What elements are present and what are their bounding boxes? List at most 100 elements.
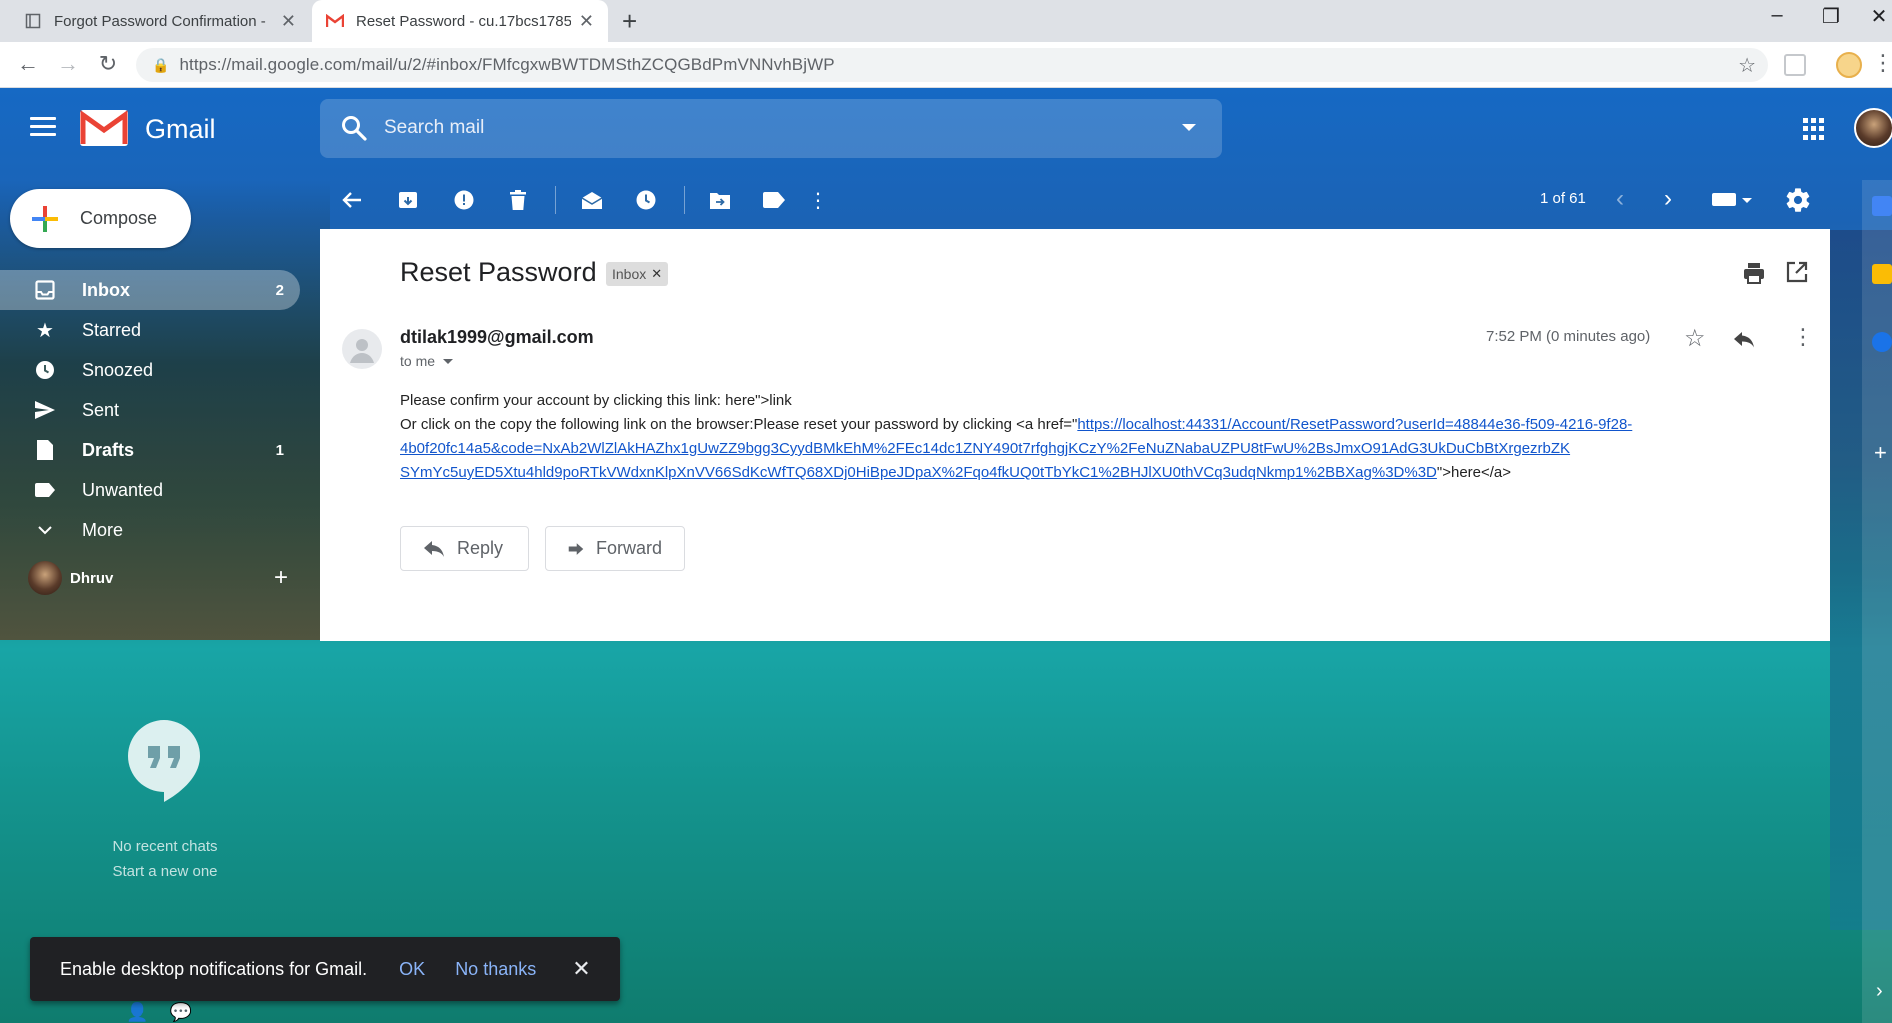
reset-password-link-end[interactable]: SYmYc5uyED5Xtu4hld9poRTkVWdxnKlpXnVV66Sd… (400, 464, 1437, 481)
input-tools-icon[interactable] (1712, 193, 1736, 206)
sidebar-item-starred[interactable]: ★ Starred (0, 310, 300, 350)
show-details-caret-icon[interactable] (443, 358, 454, 364)
sidebar-item-unwanted[interactable]: Unwanted (0, 470, 300, 510)
print-icon[interactable] (1742, 261, 1766, 285)
settings-gear-icon[interactable] (1784, 186, 1812, 214)
more-actions-icon[interactable]: ⋮ (804, 186, 832, 214)
sidebar-item-sent[interactable]: Sent (0, 390, 300, 430)
sidebar-item-label: Snoozed (82, 359, 154, 380)
hangouts-user-row[interactable]: Dhruv + (28, 560, 298, 596)
sidebar-item-snoozed[interactable]: Snoozed (0, 350, 300, 390)
gmail-brand[interactable]: Gmail (145, 114, 216, 145)
send-icon (34, 399, 56, 421)
sidebar-item-drafts[interactable]: Drafts 1 (0, 430, 300, 470)
start-new-chat-link[interactable]: Start a new one (40, 859, 290, 884)
recipient-text: to me (400, 353, 436, 369)
input-tools-caret-icon[interactable] (1742, 198, 1752, 203)
compose-button[interactable]: Compose (10, 189, 191, 248)
forward-arrow-icon[interactable]: → (54, 51, 82, 77)
unread-count: 2 (275, 281, 284, 299)
tab-close-icon[interactable]: ✕ (281, 11, 296, 32)
back-to-inbox-icon[interactable] (338, 186, 366, 214)
inbox-label-chip[interactable]: Inbox ✕ (606, 262, 669, 286)
new-chat-plus-icon[interactable]: + (274, 564, 288, 592)
sidebar-item-label: Inbox (82, 279, 130, 300)
reset-password-link[interactable]: https://localhost:44331/Account/ResetPas… (1077, 416, 1632, 433)
label-as-icon[interactable] (760, 186, 788, 214)
contacts-icon[interactable]: 👤 (126, 1002, 148, 1022)
archive-icon[interactable] (394, 186, 422, 214)
chat-empty-state: No recent chats Start a new one (40, 834, 290, 884)
mark-unread-icon[interactable] (578, 186, 606, 214)
reload-icon[interactable]: ↻ (94, 51, 122, 77)
browser-tabbar: Forgot Password Confirmation - ✕ Reset P… (0, 0, 1892, 42)
account-avatar[interactable] (1854, 108, 1892, 148)
search-input[interactable] (384, 111, 1144, 145)
reply-arrow-icon (424, 540, 444, 557)
back-arrow-icon[interactable]: ← (14, 51, 42, 77)
calendar-icon[interactable] (1872, 196, 1892, 216)
gmail-logo-icon[interactable] (80, 110, 128, 146)
sender-avatar (342, 329, 382, 369)
email-card: Reset Password Inbox ✕ dtilak1999@gmail.… (320, 229, 1830, 641)
newer-chevron-icon[interactable]: ‹ (1616, 185, 1624, 213)
move-to-icon[interactable] (706, 186, 734, 214)
extension-icon[interactable] (1784, 54, 1806, 76)
sidebar-item-label: Starred (82, 319, 142, 340)
restore-icon[interactable]: ❐ (1808, 4, 1854, 29)
open-in-new-window-icon[interactable] (1786, 261, 1808, 283)
email-timestamp: 7:52 PM (0 minutes ago) (1486, 328, 1651, 345)
user-name: Dhruv (70, 569, 114, 587)
gmail-favicon-icon (326, 12, 344, 30)
clock-icon (34, 359, 56, 381)
remove-label-icon[interactable]: ✕ (651, 266, 662, 282)
chat-bubble-icon[interactable]: 💬 (169, 1002, 191, 1022)
body-line-2: Or click on the copy the following link … (400, 413, 1800, 437)
new-tab-icon[interactable]: + (622, 6, 637, 37)
browser-tab-forgot-password[interactable]: Forgot Password Confirmation - ✕ (10, 0, 310, 42)
message-more-icon[interactable]: ⋮ (1792, 324, 1814, 350)
side-panel-chevron-icon[interactable]: › (1876, 980, 1883, 1003)
tab-close-icon[interactable]: ✕ (579, 11, 594, 32)
delete-icon[interactable] (504, 186, 532, 214)
hangouts-bottom-icons: 👤 💬 (126, 1002, 192, 1023)
sidebar-item-more[interactable]: More (0, 510, 300, 550)
forward-button[interactable]: Forward (545, 526, 685, 571)
search-icon[interactable] (340, 114, 368, 142)
url-field[interactable]: 🔒 https://mail.google.com/mail/u/2/#inbo… (136, 48, 1768, 82)
browser-tab-reset-password[interactable]: Reset Password - cu.17bcs1785@ ✕ (312, 0, 608, 42)
sender-email[interactable]: dtilak1999@gmail.com (400, 327, 594, 348)
older-chevron-icon[interactable]: › (1664, 185, 1672, 213)
search-options-caret-icon[interactable] (1182, 124, 1196, 131)
main-menu-icon[interactable] (30, 117, 56, 141)
window-close-icon[interactable]: ✕ (1856, 4, 1892, 29)
keep-icon[interactable] (1872, 264, 1892, 284)
compose-label: Compose (80, 208, 158, 228)
snackbar-close-icon[interactable]: ✕ (572, 956, 590, 982)
sidebar-item-inbox[interactable]: Inbox 2 (0, 270, 300, 310)
body-line-1: Please confirm your account by clicking … (400, 392, 792, 409)
body-line-3: 4b0f20fc14a5&code=NxAb2WlZlAkHAZhx1gUwZZ… (400, 437, 1800, 461)
body-line-4: SYmYc5uyED5Xtu4hld9poRTkVWdxnKlpXnVV66Sd… (400, 461, 1800, 485)
star-toggle-icon[interactable]: ☆ (1684, 324, 1706, 353)
apps-grid-icon[interactable] (1803, 118, 1825, 140)
sidebar-item-label: Unwanted (82, 479, 164, 500)
bookmark-star-icon[interactable]: ☆ (1738, 53, 1756, 78)
profile-avatar[interactable] (1836, 52, 1862, 78)
browser-menu-icon[interactable]: ⋮ (1872, 50, 1892, 76)
recipient-details[interactable]: to me (400, 353, 454, 369)
reply-button[interactable]: Reply (400, 526, 529, 571)
reply-icon[interactable] (1732, 327, 1756, 351)
lock-icon: 🔒 (152, 56, 170, 73)
hangouts-quote-icon (128, 720, 200, 802)
tasks-icon[interactable] (1872, 332, 1892, 352)
reset-password-link-cont[interactable]: 4b0f20fc14a5&code=NxAb2WlZlAkHAZhx1gUwZZ… (400, 440, 1570, 457)
snackbar-no-thanks-button[interactable]: No thanks (455, 959, 536, 980)
search-box[interactable] (320, 99, 1222, 158)
minimize-icon[interactable]: – (1754, 4, 1800, 27)
inbox-icon (34, 279, 56, 301)
get-addons-plus-icon[interactable]: + (1874, 440, 1887, 466)
snackbar-ok-button[interactable]: OK (399, 959, 425, 980)
snooze-icon[interactable] (632, 186, 660, 214)
report-spam-icon[interactable] (450, 186, 478, 214)
